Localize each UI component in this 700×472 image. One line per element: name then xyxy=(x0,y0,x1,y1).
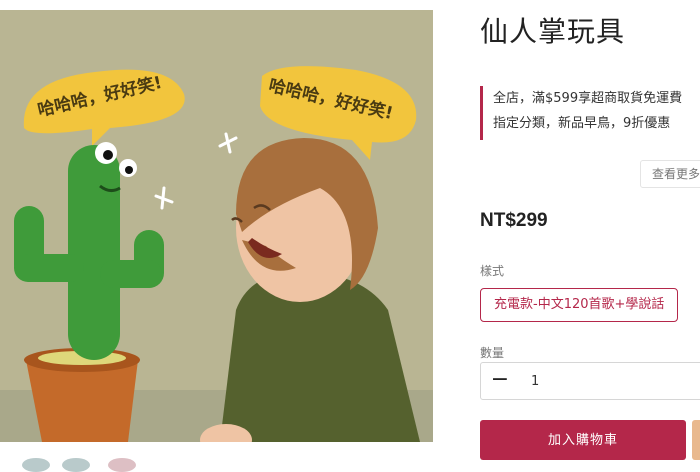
thumbnail[interactable] xyxy=(22,458,50,472)
style-option-selected[interactable]: 充電款-中文120首歌+學說話 xyxy=(480,288,679,322)
thumbnail[interactable] xyxy=(108,458,136,472)
product-illustration xyxy=(0,10,433,442)
product-title: 仙人掌玩具 xyxy=(480,15,626,48)
product-price: NT$299 xyxy=(480,210,548,231)
view-more-button[interactable]: 查看更多 xyxy=(640,160,700,188)
style-label: 樣式 xyxy=(480,264,505,278)
quantity-input[interactable] xyxy=(531,363,571,399)
product-image[interactable]: 哈哈哈，好好笑! 哈哈哈，好好笑! xyxy=(0,10,433,442)
quantity-label: 數量 xyxy=(480,346,505,360)
buy-now-button[interactable] xyxy=(692,420,700,460)
thumbnail[interactable] xyxy=(62,458,90,472)
add-to-cart-button[interactable]: 加入購物車 xyxy=(480,420,686,460)
minus-icon[interactable]: − xyxy=(481,363,519,399)
quantity-stepper: − xyxy=(480,362,700,400)
thumbnail-strip xyxy=(0,452,433,472)
promo-notice: 全店，滿$599享超商取貨免運費 指定分類，新品早鳥，9折優惠 xyxy=(480,86,700,140)
promo-line: 全店，滿$599享超商取貨免運費 xyxy=(493,91,683,106)
promo-line: 指定分類，新品早鳥，9折優惠 xyxy=(493,116,671,131)
